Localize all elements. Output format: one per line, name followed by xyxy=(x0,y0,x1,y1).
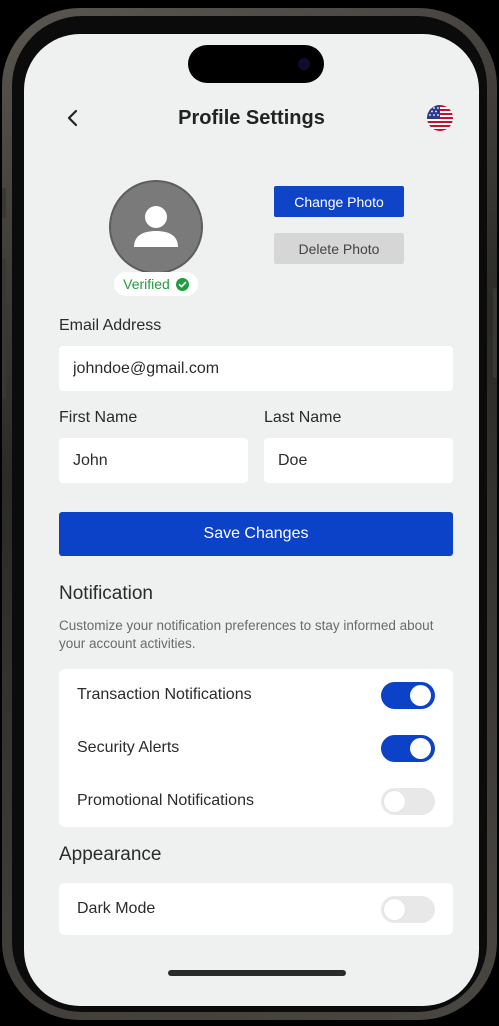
delete-photo-button[interactable]: Delete Photo xyxy=(274,233,404,264)
transaction-notifications-row: Transaction Notifications xyxy=(77,679,435,711)
camera-icon xyxy=(298,58,310,70)
avatar[interactable] xyxy=(109,180,203,274)
promotional-notifications-toggle[interactable] xyxy=(381,787,435,815)
power-button xyxy=(493,288,497,378)
change-photo-button[interactable]: Change Photo xyxy=(274,186,404,217)
us-flag-icon[interactable] xyxy=(427,105,453,131)
mute-switch xyxy=(2,188,6,218)
last-name-input[interactable] xyxy=(264,438,453,483)
email-label: Email Address xyxy=(59,317,162,334)
transaction-notifications-label: Transaction Notifications xyxy=(77,686,252,703)
email-input[interactable] xyxy=(59,346,453,391)
volume-down-button xyxy=(2,338,6,398)
notification-section-title: Notification xyxy=(59,583,153,604)
first-name-input[interactable] xyxy=(59,438,248,483)
save-changes-button[interactable]: Save Changes xyxy=(59,512,453,556)
dark-mode-toggle[interactable] xyxy=(381,895,435,923)
user-icon xyxy=(134,206,178,247)
dark-mode-row: Dark Mode xyxy=(77,893,435,925)
phone-frame: Profile Settings Verified Change Photo D… xyxy=(2,8,497,1020)
notification-description: Customize your notification preferences … xyxy=(59,618,434,651)
dark-mode-label: Dark Mode xyxy=(77,900,156,917)
security-alerts-toggle[interactable] xyxy=(381,734,435,762)
last-name-label: Last Name xyxy=(264,409,342,426)
dynamic-island xyxy=(188,45,324,83)
page-title: Profile Settings xyxy=(178,107,325,129)
verified-label: Verified xyxy=(123,276,170,292)
promotional-notifications-row: Promotional Notifications xyxy=(77,785,435,817)
transaction-notifications-toggle[interactable] xyxy=(381,681,435,709)
promotional-notifications-label: Promotional Notifications xyxy=(77,792,254,809)
home-indicator[interactable] xyxy=(168,970,346,976)
notification-settings-card: Transaction Notifications Security Alert… xyxy=(59,669,453,827)
check-circle-icon xyxy=(175,277,189,291)
security-alerts-row: Security Alerts xyxy=(77,732,435,764)
appearance-section-title: Appearance xyxy=(59,844,162,865)
volume-up-button xyxy=(2,258,6,318)
screen: Profile Settings Verified Change Photo D… xyxy=(24,34,479,1006)
security-alerts-label: Security Alerts xyxy=(77,739,180,756)
first-name-label: First Name xyxy=(59,409,138,426)
verified-badge: Verified xyxy=(114,272,198,296)
appearance-settings-card: Dark Mode xyxy=(59,883,453,935)
